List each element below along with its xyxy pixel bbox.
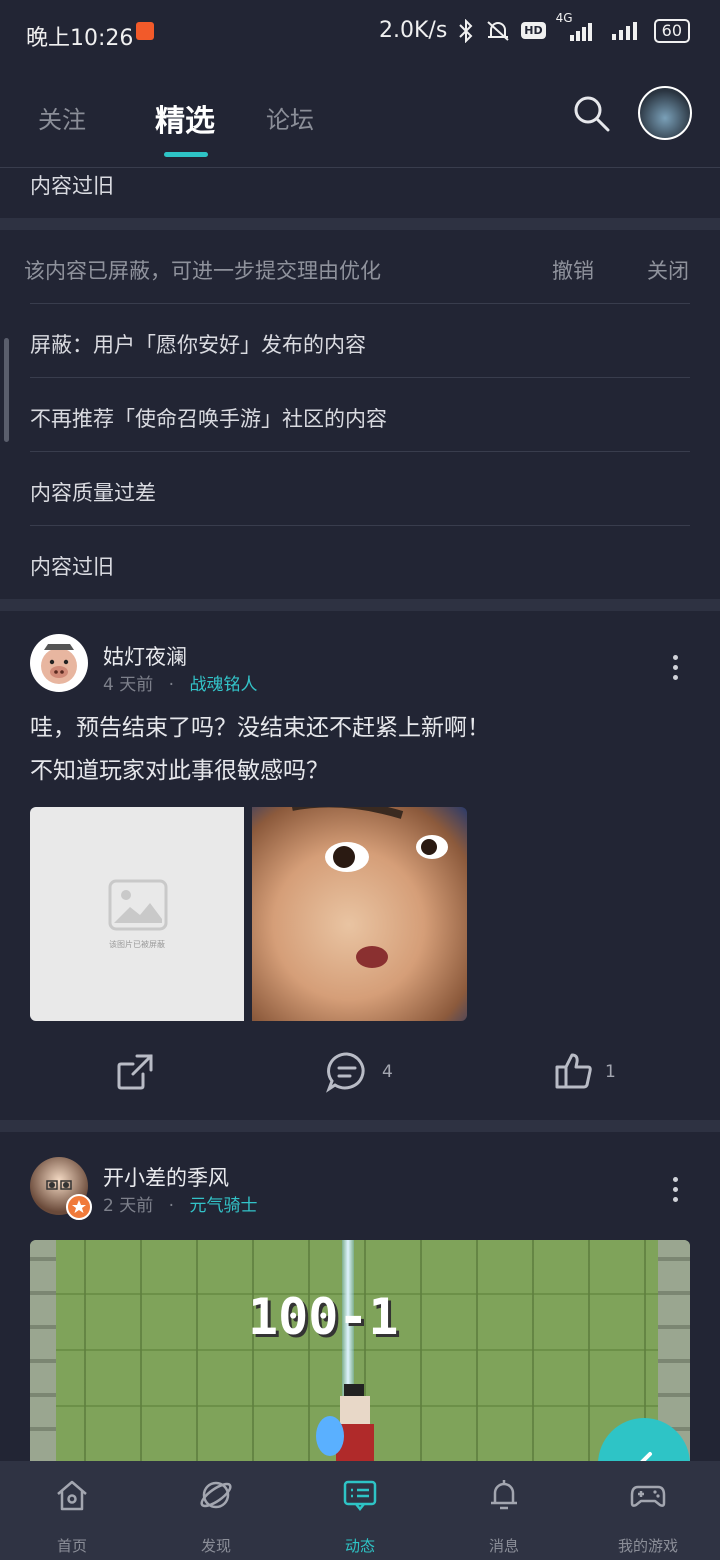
more-icon[interactable] bbox=[673, 1177, 679, 1207]
nav-feed[interactable]: 动态 bbox=[288, 1461, 432, 1560]
prev-reason-text: 内容过旧 bbox=[30, 174, 114, 198]
planet-icon bbox=[200, 1481, 232, 1509]
user-avatar[interactable] bbox=[638, 86, 692, 140]
post-time: 2 天前 bbox=[103, 1196, 154, 1216]
recording-icon bbox=[136, 22, 154, 40]
undo-button[interactable]: 撤销 bbox=[552, 255, 594, 285]
section-divider bbox=[0, 218, 720, 230]
game-tag[interactable]: 元气骑士 bbox=[189, 1196, 257, 1216]
comment-count: 4 bbox=[382, 1062, 393, 1082]
author-avatar[interactable] bbox=[30, 634, 88, 692]
status-bar: 晚上10:26 2.0K/s HD 4G 60 bbox=[0, 0, 720, 66]
nav-label: 消息 bbox=[488, 1537, 519, 1555]
blocked-image[interactable]: 该图片已被屏蔽 bbox=[30, 807, 244, 1021]
nav-label: 我的游戏 bbox=[617, 1537, 678, 1555]
post-content[interactable]: 哇，预告结束了吗？没结束还不赶紧上新啊！ 不知道玩家对此事很敏感吗？ bbox=[30, 707, 490, 793]
nav-label: 动态 bbox=[344, 1537, 375, 1555]
signal-icon bbox=[569, 22, 592, 41]
home-icon bbox=[57, 1480, 87, 1511]
battery-icon: 60 bbox=[653, 18, 690, 43]
image-placeholder-icon bbox=[108, 879, 168, 931]
tab-following[interactable]: 关注 bbox=[38, 100, 86, 135]
mute-icon bbox=[487, 20, 509, 41]
reason-outdated[interactable]: 内容过旧 bbox=[30, 551, 114, 581]
post-time: 4 天前 bbox=[103, 675, 154, 695]
post-meta: 2 天前 · 元气骑士 bbox=[103, 1191, 257, 1216]
reason-no-recommend[interactable]: 不再推荐「使命召唤手游」社区的内容 bbox=[30, 403, 387, 433]
more-icon[interactable] bbox=[673, 655, 679, 685]
star-icon bbox=[72, 1200, 86, 1213]
meta-separator: · bbox=[168, 1196, 175, 1216]
damage-text: 100-1 bbox=[248, 1288, 399, 1346]
net-speed: 2.0K/s bbox=[379, 18, 448, 43]
meta-separator: · bbox=[168, 675, 175, 695]
network-type: 4G bbox=[556, 11, 600, 43]
nav-messages[interactable]: 消息 bbox=[432, 1461, 576, 1560]
like-count: 1 bbox=[605, 1062, 616, 1082]
reason-low-quality[interactable]: 内容质量过差 bbox=[30, 477, 156, 507]
post-line: 哇，预告结束了吗？没结束还不赶紧上新啊！ bbox=[30, 715, 490, 741]
game-screenshot[interactable]: 100-1 bbox=[30, 1240, 690, 1461]
share-icon[interactable] bbox=[115, 1052, 155, 1092]
tab-forum[interactable]: 论坛 bbox=[266, 100, 314, 135]
author-name[interactable]: 开小差的季风 bbox=[103, 1162, 229, 1192]
child-face-image bbox=[292, 807, 448, 968]
nav-my-games[interactable]: 我的游戏 bbox=[576, 1461, 720, 1560]
comment-icon[interactable] bbox=[326, 1051, 368, 1093]
header-divider bbox=[0, 167, 720, 168]
bell-icon bbox=[491, 1480, 517, 1510]
post-meta: 4 天前 · 战魂铭人 bbox=[103, 670, 257, 695]
bottom-nav: 首页 发现 动态 消息 我的游戏 bbox=[0, 1461, 720, 1560]
wall-left bbox=[30, 1240, 56, 1461]
close-button[interactable]: 关闭 bbox=[647, 255, 689, 285]
active-tab-indicator bbox=[164, 152, 208, 157]
nav-discover[interactable]: 发现 bbox=[144, 1461, 288, 1560]
meme-image[interactable] bbox=[252, 807, 467, 1021]
reason-block-user[interactable]: 屏蔽：用户「愿你安好」发布的内容 bbox=[30, 329, 366, 359]
gamepad-icon bbox=[630, 1485, 666, 1507]
blocked-image-label: 该图片已被屏蔽 bbox=[109, 940, 165, 949]
search-icon[interactable] bbox=[572, 94, 612, 134]
game-tag[interactable]: 战魂铭人 bbox=[189, 675, 257, 695]
tab-featured[interactable]: 精选 bbox=[155, 96, 215, 140]
feed-icon bbox=[343, 1480, 377, 1512]
divider bbox=[30, 525, 690, 526]
status-icons: 2.0K/s HD 4G 60 bbox=[379, 11, 690, 43]
author-name[interactable]: 姑灯夜澜 bbox=[103, 641, 187, 671]
pig-avatar-icon bbox=[41, 644, 77, 684]
nav-label: 首页 bbox=[56, 1537, 87, 1555]
like-icon[interactable] bbox=[554, 1051, 594, 1091]
divider bbox=[30, 451, 690, 452]
status-time: 晚上10:26 bbox=[26, 26, 134, 51]
divider bbox=[30, 377, 690, 378]
section-divider bbox=[0, 599, 720, 611]
hd-badge: HD bbox=[521, 22, 546, 39]
section-divider bbox=[0, 1120, 720, 1132]
block-notice: 该内容已屏蔽，可进一步提交理由优化 bbox=[24, 259, 381, 283]
divider bbox=[30, 303, 690, 304]
bluetooth-icon bbox=[459, 18, 473, 43]
scrollbar[interactable] bbox=[4, 338, 9, 442]
knight-character-icon bbox=[316, 1384, 374, 1461]
verified-badge bbox=[66, 1194, 92, 1220]
nav-home[interactable]: 首页 bbox=[0, 1461, 144, 1560]
signal-icon bbox=[611, 21, 637, 40]
post-line: 不知道玩家对此事很敏感吗？ bbox=[30, 758, 329, 784]
nav-label: 发现 bbox=[200, 1537, 231, 1555]
